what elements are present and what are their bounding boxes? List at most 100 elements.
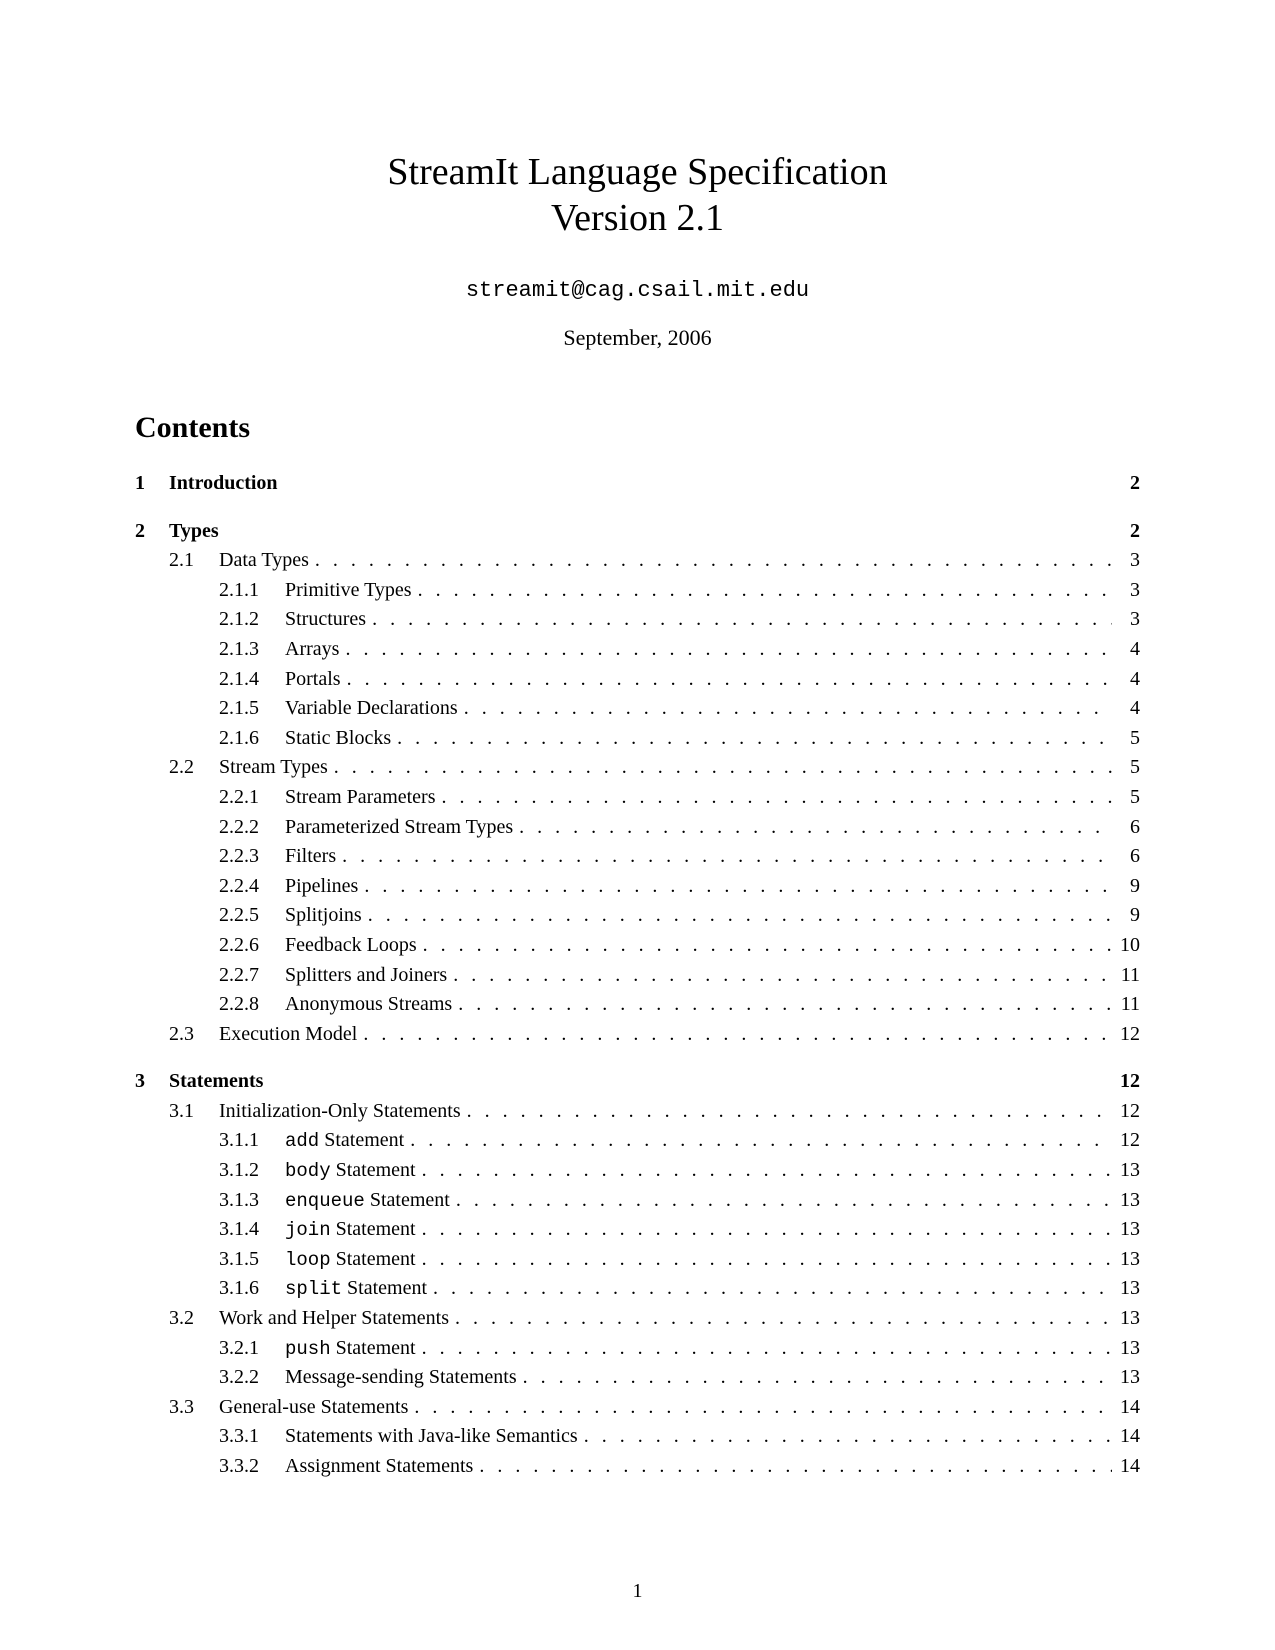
toc-number: 3.1.3 (219, 1186, 285, 1216)
toc-number: 2.2.8 (219, 990, 285, 1020)
toc-title: Parameterized Stream Types (285, 813, 513, 843)
toc-page: 5 (1112, 724, 1140, 754)
toc-number: 2.2.7 (219, 961, 285, 991)
toc-page: 13 (1112, 1304, 1140, 1334)
toc-number: 3.1 (169, 1097, 219, 1127)
toc-title-text: Statement (331, 1337, 416, 1359)
toc-title: Initialization-Only Statements (219, 1097, 461, 1127)
toc-page: 13 (1112, 1186, 1140, 1216)
table-of-contents: 1Introduction22Types22.1Data Types32.1.1… (135, 469, 1140, 1482)
toc-leader-dots (391, 724, 1112, 754)
toc-page: 13 (1112, 1334, 1140, 1364)
toc-leader-dots (408, 1393, 1112, 1423)
toc-entry: 2.2Stream Types 5 (135, 753, 1140, 783)
toc-page: 3 (1112, 576, 1140, 606)
toc-leader-dots (461, 1097, 1112, 1127)
toc-title: Filters (285, 842, 336, 872)
toc-number: 3.2 (169, 1304, 219, 1334)
toc-number: 2.2 (169, 753, 219, 783)
toc-number: 2.1.1 (219, 576, 285, 606)
toc-title: Structures (285, 605, 366, 635)
toc-title-code: push (285, 1338, 331, 1360)
toc-title: Assignment Statements (285, 1452, 473, 1482)
toc-entry: 2.2.8Anonymous Streams11 (135, 990, 1140, 1020)
toc-page: 5 (1112, 753, 1140, 783)
toc-entry: 3.1.4join Statement13 (135, 1215, 1140, 1245)
toc-page: 12 (1112, 1067, 1140, 1097)
toc-title-text: Statement (331, 1248, 416, 1270)
toc-leader-dots (416, 1334, 1112, 1364)
toc-page: 9 (1112, 872, 1140, 902)
toc-page: 11 (1112, 990, 1140, 1020)
toc-number: 2.2.2 (219, 813, 285, 843)
toc-entry: 3.1.6split Statement13 (135, 1274, 1140, 1304)
toc-title: enqueue Statement (285, 1186, 450, 1216)
toc-entry: 3Statements12 (135, 1067, 1140, 1097)
toc-page: 4 (1112, 694, 1140, 724)
contact-email: streamit@cag.csail.mit.edu (135, 278, 1140, 303)
toc-page: 11 (1112, 961, 1140, 991)
toc-entry: 2.2.4Pipelines9 (135, 872, 1140, 902)
toc-entry: 3.1Initialization-Only Statements 12 (135, 1097, 1140, 1127)
toc-leader-dots (336, 842, 1112, 872)
toc-page: 3 (1112, 605, 1140, 635)
toc-leader-dots (473, 1452, 1112, 1482)
toc-number: 2 (135, 517, 169, 547)
toc-page: 12 (1112, 1097, 1140, 1127)
toc-leader-dots (513, 813, 1112, 843)
toc-title-text: Statement (319, 1129, 404, 1151)
document-page: StreamIt Language Specification Version … (0, 0, 1275, 1572)
toc-entry: 2.1.3Arrays4 (135, 635, 1140, 665)
toc-entry: 2.2.5Splitjoins9 (135, 901, 1140, 931)
toc-title: Stream Types (219, 753, 328, 783)
toc-number: 2.2.3 (219, 842, 285, 872)
toc-page: 5 (1112, 783, 1140, 813)
toc-leader-dots (309, 546, 1112, 576)
toc-page: 4 (1112, 665, 1140, 695)
toc-leader-dots (366, 605, 1112, 635)
toc-title-text: Statement (342, 1277, 427, 1299)
toc-title: Splitters and Joiners (285, 961, 447, 991)
toc-page: 3 (1112, 546, 1140, 576)
toc-title: Types (169, 517, 219, 547)
toc-title: Arrays (285, 635, 339, 665)
toc-entry: 2.2.6Feedback Loops10 (135, 931, 1140, 961)
toc-number: 3 (135, 1067, 169, 1097)
toc-title: push Statement (285, 1334, 416, 1364)
toc-number: 2.1.4 (219, 665, 285, 695)
toc-title-code: enqueue (285, 1190, 365, 1212)
toc-leader-dots (447, 961, 1112, 991)
toc-leader-dots (436, 783, 1113, 813)
toc-title-code: loop (285, 1249, 331, 1271)
toc-entry: 3.3.1Statements with Java-like Semantics… (135, 1422, 1140, 1452)
toc-leader-dots (416, 1215, 1112, 1245)
toc-entry: 2.1.4Portals 4 (135, 665, 1140, 695)
toc-page: 13 (1112, 1363, 1140, 1393)
toc-entry: 3.2.1push Statement13 (135, 1334, 1140, 1364)
toc-number: 2.1.6 (219, 724, 285, 754)
toc-page: 4 (1112, 635, 1140, 665)
toc-title: Data Types (219, 546, 309, 576)
toc-title: Portals (285, 665, 341, 695)
toc-entry: 2.3Execution Model12 (135, 1020, 1140, 1050)
toc-number: 2.1 (169, 546, 219, 576)
toc-title: Pipelines (285, 872, 358, 902)
toc-page: 10 (1112, 931, 1140, 961)
document-title: StreamIt Language Specification (135, 150, 1140, 194)
toc-number: 3.1.1 (219, 1126, 285, 1156)
toc-entry: 2.1Data Types 3 (135, 546, 1140, 576)
toc-number: 2.3 (169, 1020, 219, 1050)
toc-title: General-use Statements (219, 1393, 408, 1423)
toc-entry: 2.1.5Variable Declarations4 (135, 694, 1140, 724)
toc-number: 3.3 (169, 1393, 219, 1423)
toc-title: Execution Model (219, 1020, 357, 1050)
toc-entry: 2.1.6Static Blocks5 (135, 724, 1140, 754)
toc-leader-dots (578, 1422, 1112, 1452)
toc-page: 2 (1112, 517, 1140, 547)
toc-entry: 2.1.2Structures3 (135, 605, 1140, 635)
toc-number: 3.1.5 (219, 1245, 285, 1275)
toc-title: Stream Parameters (285, 783, 436, 813)
toc-leader-dots (416, 1156, 1112, 1186)
toc-title-code: split (285, 1278, 342, 1300)
toc-number: 2.2.6 (219, 931, 285, 961)
